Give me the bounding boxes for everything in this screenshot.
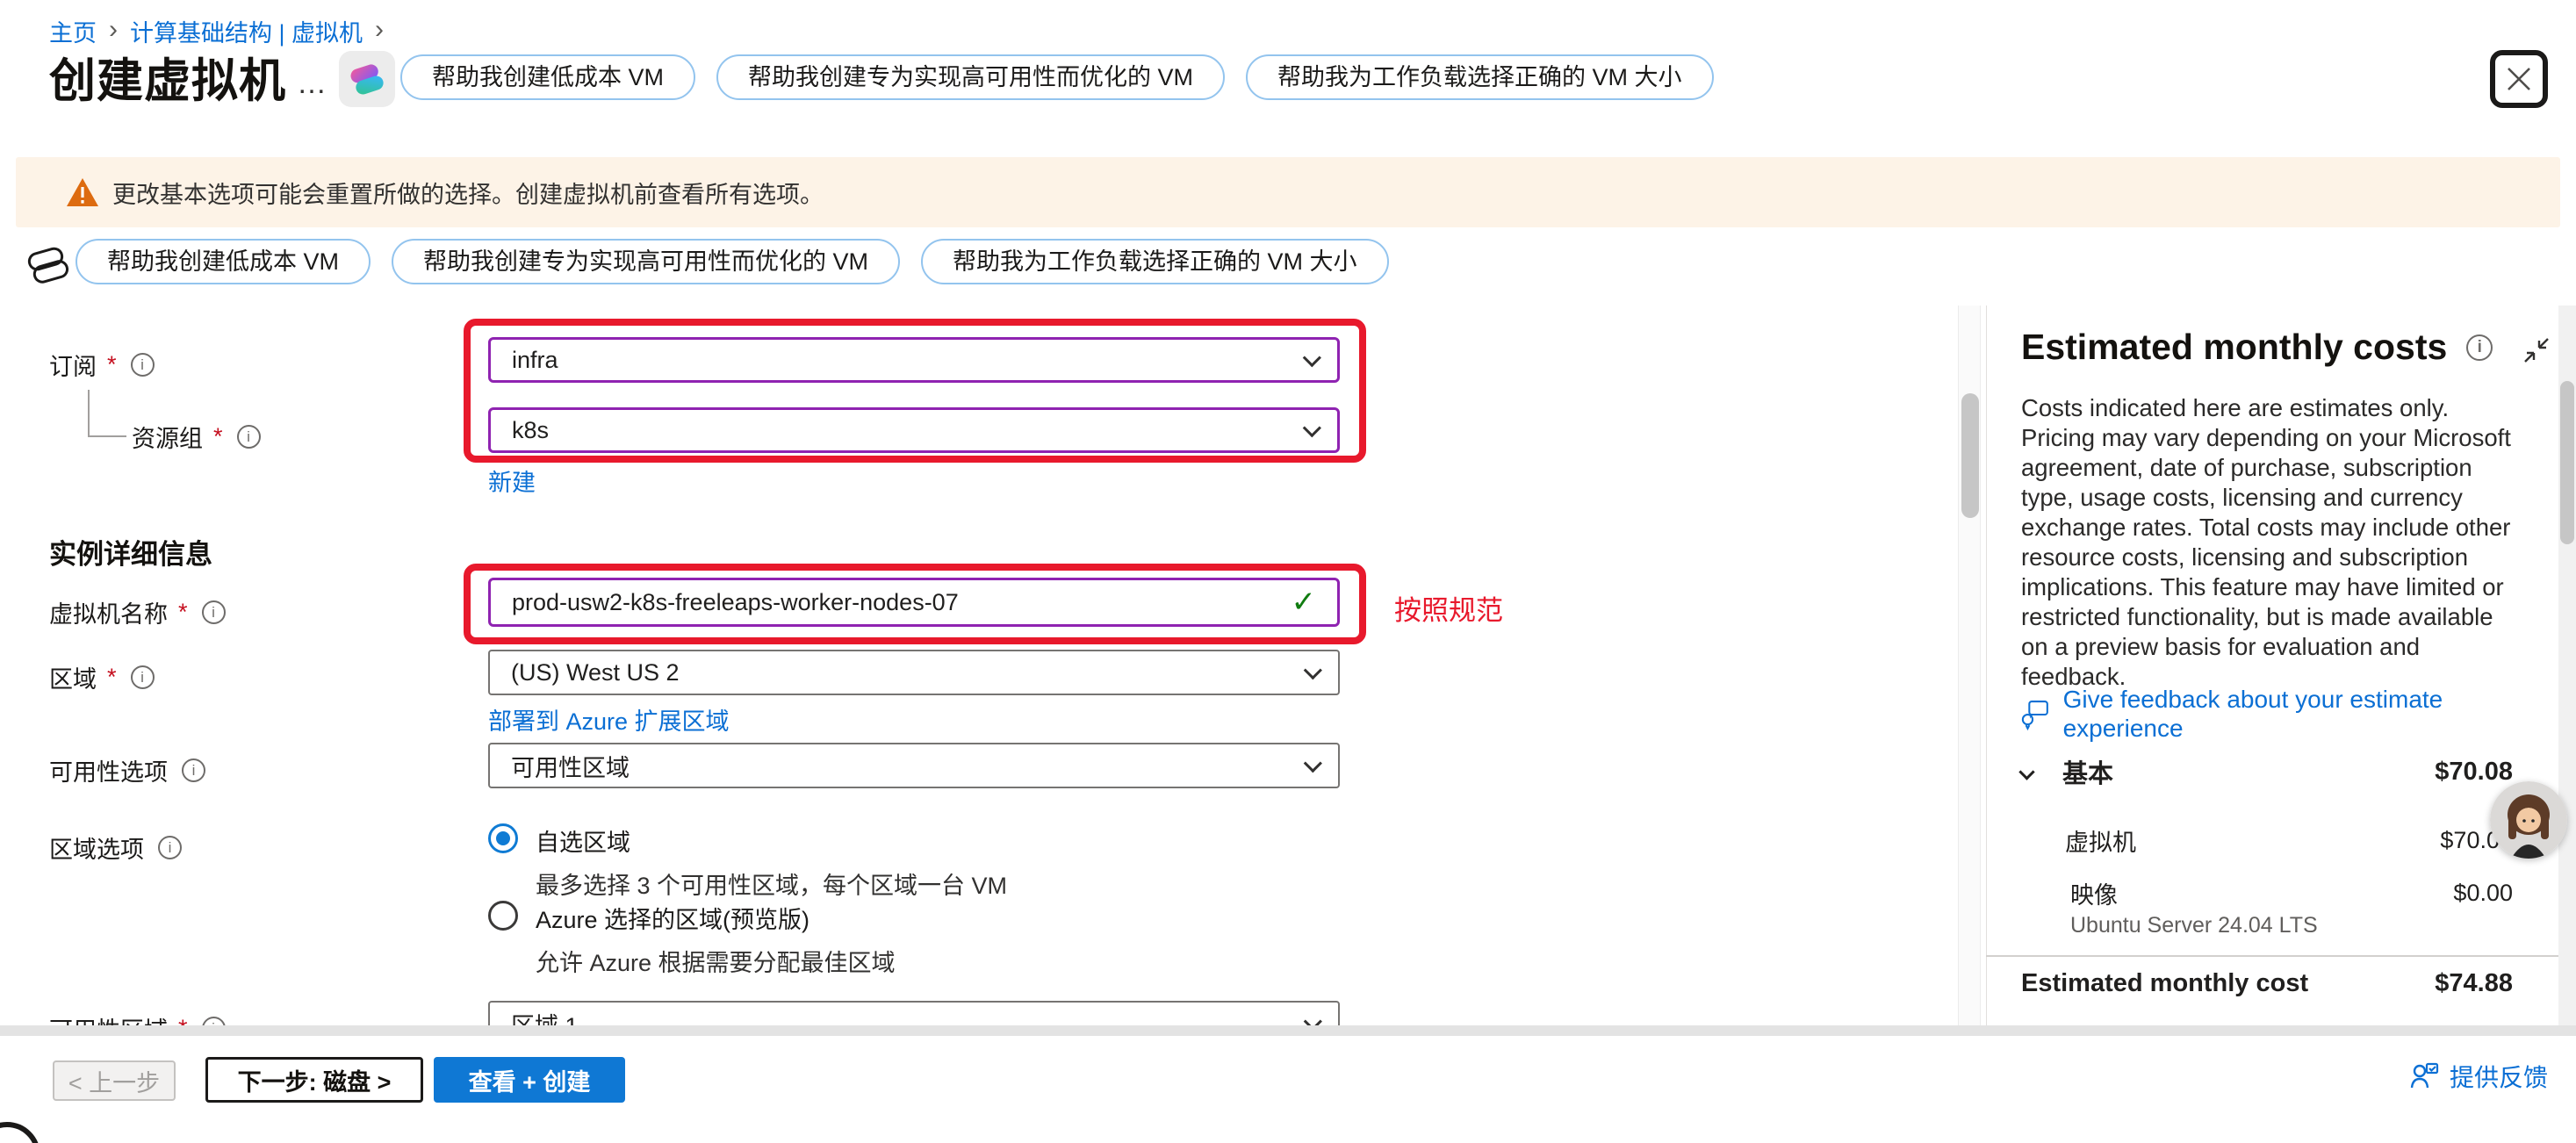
zone-option-self-desc: 最多选择 3 个可用性区域，每个区域一台 VM (536, 866, 1007, 901)
panel-scrollbar-thumb[interactable] (2560, 381, 2574, 544)
review-create-button[interactable]: 查看 + 创建 (434, 1057, 625, 1103)
zone-option-azure-desc: 允许 Azure 根据需要分配最佳区域 (536, 944, 896, 978)
chevron-down-icon (1304, 661, 1322, 679)
subscription-dropdown[interactable]: infra (488, 337, 1340, 383)
connector-line (88, 390, 90, 437)
resource-group-dropdown[interactable]: k8s (488, 407, 1340, 453)
create-vm-page: 主页 › 计算基础结构 | 虚拟机 › 创建虚拟机 … 帮助我创建低成本 VM … (0, 0, 2576, 1143)
connector-line (88, 435, 126, 437)
vm-name-label: 虚拟机名称* i (49, 595, 226, 629)
next-disks-button[interactable]: 下一步: 磁盘 > (205, 1057, 423, 1103)
chevron-down-icon (1304, 754, 1322, 773)
cost-item-amount: $0.00 (2453, 880, 2513, 907)
give-feedback-link[interactable]: 提供反馈 (2409, 1059, 2548, 1094)
main-scrollbar-thumb[interactable] (1961, 393, 1979, 518)
info-icon[interactable]: i (182, 758, 205, 782)
suggestion-high-availability-vm[interactable]: 帮助我创建专为实现高可用性而优化的 VM (392, 239, 900, 284)
extended-zone-link[interactable]: 部署到 Azure 扩展区域 (488, 702, 730, 737)
suggestion-right-vm-size[interactable]: 帮助我为工作负载选择正确的 VM 大小 (921, 239, 1389, 284)
chevron-down-icon (1303, 419, 1321, 437)
zone-option-azure-label: Azure 选择的区域(预览版) (536, 901, 896, 935)
more-options-icon[interactable]: … (297, 67, 329, 101)
cost-group-name: 基本 (2062, 753, 2113, 790)
collapse-panel-icon[interactable] (2522, 335, 2551, 370)
footer-bar: < 上一步 下一步: 磁盘 > 查看 + 创建 (0, 1036, 2576, 1143)
vm-name-input[interactable]: prod-usw2-k8s-freeleaps-worker-nodes-07 … (488, 578, 1340, 627)
resource-group-label: 资源组* i (132, 420, 261, 454)
cost-item-name: 虚拟机 (2065, 823, 2136, 858)
radio-selected-icon (488, 823, 518, 853)
panel-divider-line (1986, 306, 1987, 1143)
copilot-logo-icon (349, 61, 385, 97)
page-title: 创建虚拟机 (49, 44, 286, 111)
zone-option-self-radio[interactable]: 自选区域 最多选择 3 个可用性区域，每个区域一台 VM (488, 823, 1007, 901)
copilot-outline-icon[interactable] (25, 242, 70, 292)
chevron-right-icon: › (109, 15, 118, 45)
presenter-avatar[interactable] (2490, 781, 2567, 859)
feedback-bubbles-icon (2021, 697, 2051, 732)
availability-options-label: 可用性选项 i (49, 753, 205, 787)
copilot-suggestions-row: 帮助我创建低成本 VM 帮助我创建专为实现高可用性而优化的 VM 帮助我为工作负… (76, 239, 1389, 284)
zone-options-label: 区域选项 i (49, 830, 182, 865)
previous-button[interactable]: < 上一步 (53, 1060, 176, 1101)
info-icon[interactable]: i (131, 665, 155, 689)
cost-total-label: Estimated monthly cost (2021, 969, 2308, 998)
info-icon[interactable]: i (131, 353, 155, 377)
chevron-right-icon: › (375, 15, 384, 45)
check-icon: ✓ (1292, 585, 1317, 620)
warning-banner: 更改基本选项可能会重置所做的选择。创建虚拟机前查看所有选项。 (16, 157, 2560, 227)
cost-item-detail: Ubuntu Server 24.04 LTS (2070, 913, 2318, 938)
divider (1986, 955, 2576, 957)
cost-item-row: 映像 $0.00 (2021, 876, 2513, 910)
suggestion-right-vm-size[interactable]: 帮助我为工作负载选择正确的 VM 大小 (1246, 54, 1714, 100)
region-label: 区域* i (49, 660, 155, 694)
info-icon[interactable]: i (237, 425, 261, 449)
zone-option-azure-radio[interactable]: Azure 选择的区域(预览版) 允许 Azure 根据需要分配最佳区域 (488, 901, 896, 978)
warning-text: 更改基本选项可能会重置所做的选择。创建虚拟机前查看所有选项。 (112, 176, 824, 210)
copilot-suggestions-top: 帮助我创建低成本 VM 帮助我创建专为实现高可用性而优化的 VM 帮助我为工作负… (400, 54, 1714, 100)
close-icon (2503, 63, 2535, 95)
region-dropdown[interactable]: (US) West US 2 (488, 650, 1340, 695)
suggestion-low-cost-vm[interactable]: 帮助我创建低成本 VM (76, 239, 371, 284)
availability-options-dropdown[interactable]: 可用性区域 (488, 743, 1340, 788)
copilot-icon[interactable] (339, 51, 395, 107)
subscription-label: 订阅* i (49, 348, 155, 382)
feedback-person-icon (2409, 1061, 2439, 1091)
main-scrollbar-track[interactable] (1958, 306, 1981, 1143)
estimate-feedback-link[interactable]: Give feedback about your estimate experi… (2021, 685, 2536, 743)
suggestion-high-availability-vm[interactable]: 帮助我创建专为实现高可用性而优化的 VM (716, 54, 1225, 100)
radio-unselected-icon (488, 901, 518, 931)
cost-group-row[interactable]: 基本 $70.08 (2021, 753, 2513, 790)
cost-disclaimer: Costs indicated here are estimates only.… (2021, 393, 2522, 692)
annotation-text: 按照规范 (1394, 588, 1503, 628)
cost-total-amount: $74.88 (2435, 969, 2513, 998)
create-new-link[interactable]: 新建 (488, 464, 536, 498)
zone-option-self-label: 自选区域 (536, 823, 1007, 858)
suggestion-low-cost-vm[interactable]: 帮助我创建低成本 VM (400, 54, 695, 100)
info-icon[interactable]: i (158, 836, 182, 859)
close-button[interactable] (2490, 50, 2548, 108)
footer-divider (0, 1025, 2576, 1036)
panel-scrollbar-track[interactable] (2558, 306, 2576, 1034)
warning-icon (65, 176, 100, 208)
cost-item-name: 映像 (2070, 876, 2118, 910)
chevron-down-icon (1303, 349, 1321, 367)
chevron-down-icon (2018, 764, 2034, 780)
info-icon[interactable]: i (202, 600, 226, 624)
cost-total-row: Estimated monthly cost $74.88 (2021, 969, 2513, 998)
cost-panel-title: Estimated monthly costs i (2021, 327, 2493, 368)
cost-item-row: 虚拟机 $70.08 (2021, 823, 2513, 858)
instance-details-header: 实例详细信息 (49, 532, 212, 572)
cost-group-amount: $70.08 (2435, 758, 2513, 787)
info-icon[interactable]: i (2466, 334, 2493, 361)
